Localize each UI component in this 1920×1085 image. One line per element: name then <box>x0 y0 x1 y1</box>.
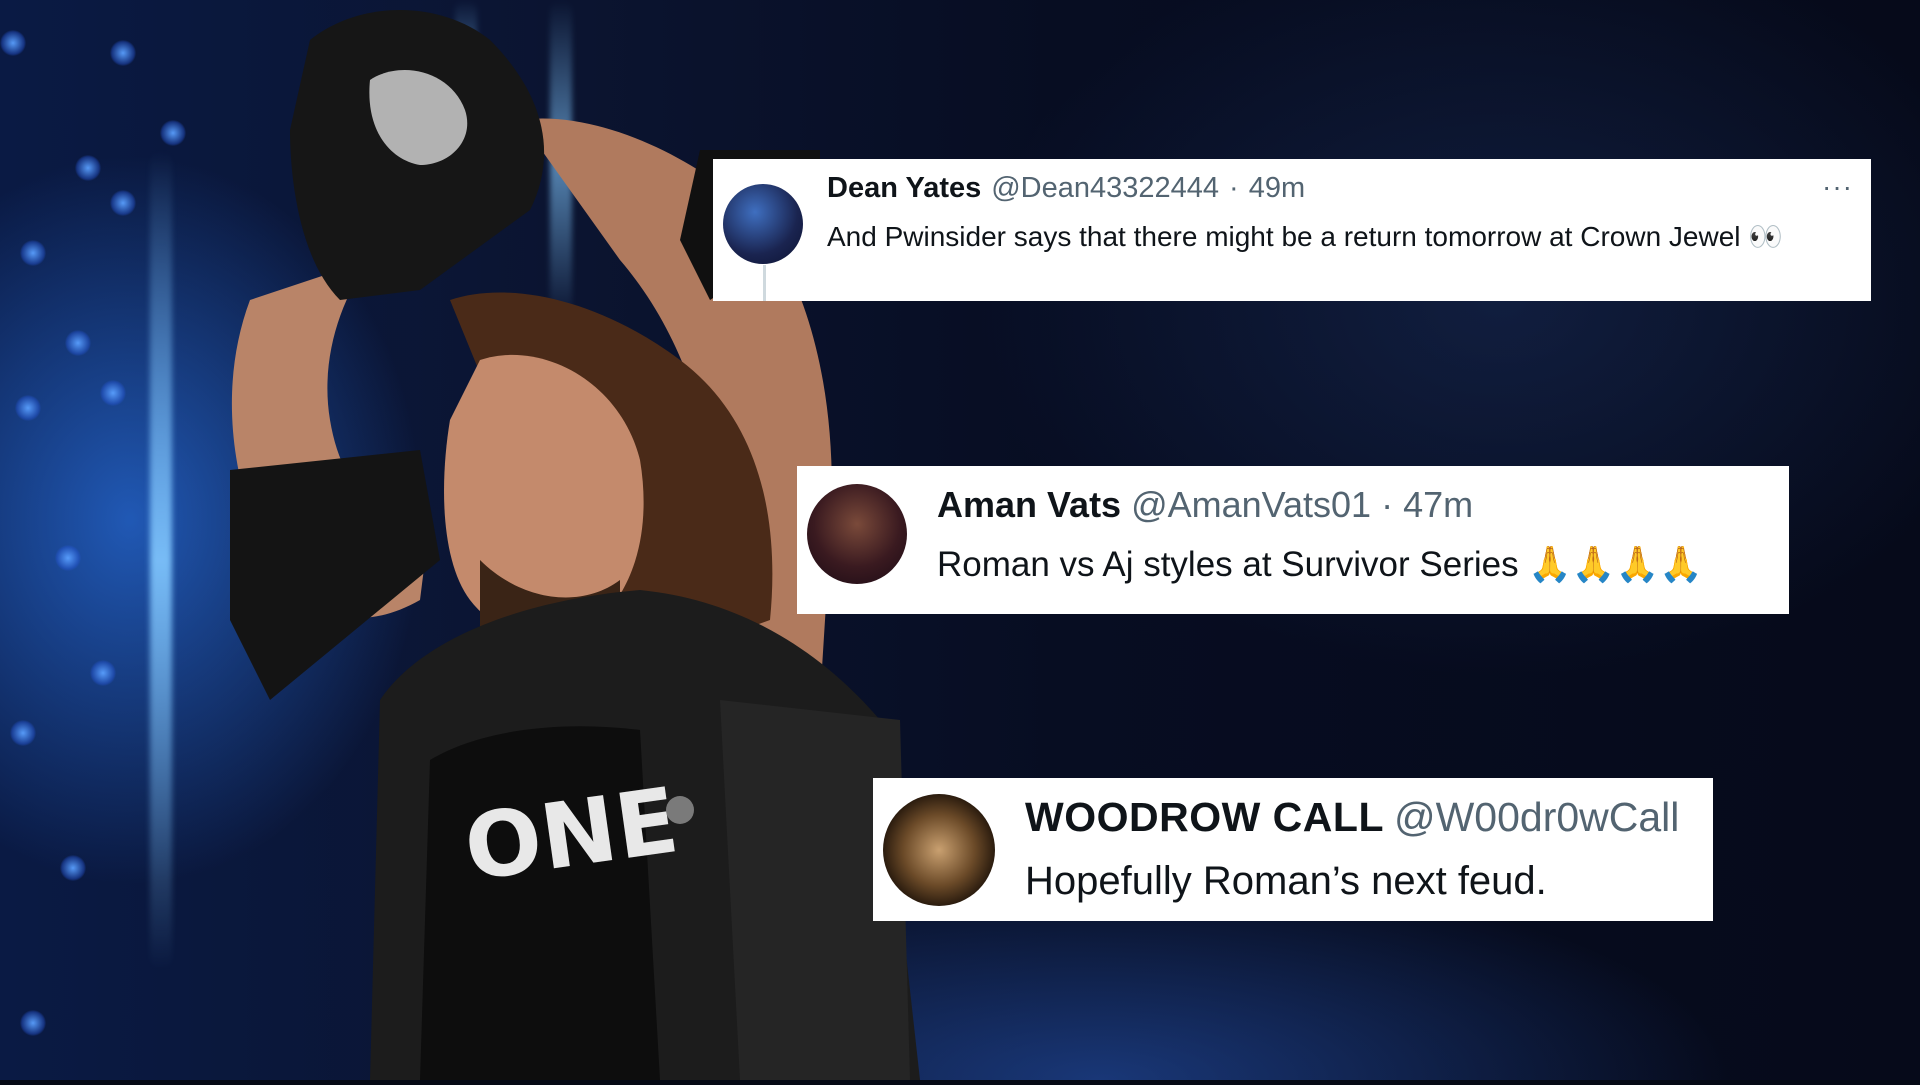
display-name[interactable]: WOODROW CALL <box>1025 794 1384 841</box>
tweet-header: WOODROW CALL @W00dr0wCall <box>1025 794 1679 841</box>
separator-dot: · <box>1381 484 1394 525</box>
stage-light-dot <box>55 545 81 571</box>
user-avatar[interactable] <box>883 794 995 906</box>
tweet-card[interactable]: WOODROW CALL @W00dr0wCall Hopefully Roma… <box>873 778 1713 921</box>
thread-line <box>763 265 766 301</box>
more-options-icon[interactable]: ··· <box>1822 171 1853 203</box>
timestamp[interactable]: 47m <box>1403 484 1473 526</box>
tweet-body: Aman Vats @AmanVats01 · 47m Roman vs Aj … <box>937 484 1703 614</box>
user-handle[interactable]: @AmanVats01 <box>1131 484 1371 526</box>
user-avatar[interactable] <box>723 184 803 264</box>
separator-dot: · <box>1229 172 1239 204</box>
stage-light-dot <box>60 855 86 881</box>
user-handle[interactable]: @Dean43322444 <box>991 172 1219 205</box>
stage-light-dot <box>15 395 41 421</box>
user-avatar[interactable] <box>807 484 907 584</box>
display-name[interactable]: Aman Vats <box>937 484 1121 526</box>
tweet-body: Dean Yates @Dean43322444 · 49m And Pwins… <box>827 172 1783 301</box>
tweet-header: Aman Vats @AmanVats01 · 47m <box>937 484 1703 526</box>
stage-light-dot <box>65 330 91 356</box>
tweet-body: WOODROW CALL @W00dr0wCall Hopefully Roma… <box>1025 794 1679 921</box>
tweet-card[interactable]: Aman Vats @AmanVats01 · 47m Roman vs Aj … <box>797 466 1789 614</box>
tweet-text: Roman vs Aj styles at Survivor Series 🙏🙏… <box>937 545 1703 584</box>
stage-light-dot <box>20 240 46 266</box>
tweet-header: Dean Yates @Dean43322444 · 49m <box>827 172 1783 205</box>
user-handle[interactable]: @W00dr0wCall <box>1394 794 1679 841</box>
stage-light-dot <box>75 155 101 181</box>
tweet-text: And Pwinsider says that there might be a… <box>827 221 1784 252</box>
timestamp[interactable]: 49m <box>1249 172 1305 205</box>
stage-light-dot <box>10 720 36 746</box>
tweet-card[interactable]: Dean Yates @Dean43322444 · 49m And Pwins… <box>713 159 1871 301</box>
stage-light-dot <box>90 660 116 686</box>
stage-light-dot <box>20 1010 46 1036</box>
display-name[interactable]: Dean Yates <box>827 172 981 205</box>
tweet-text: Hopefully Roman’s next feud. <box>1025 859 1547 903</box>
stage-light-dot <box>0 30 26 56</box>
